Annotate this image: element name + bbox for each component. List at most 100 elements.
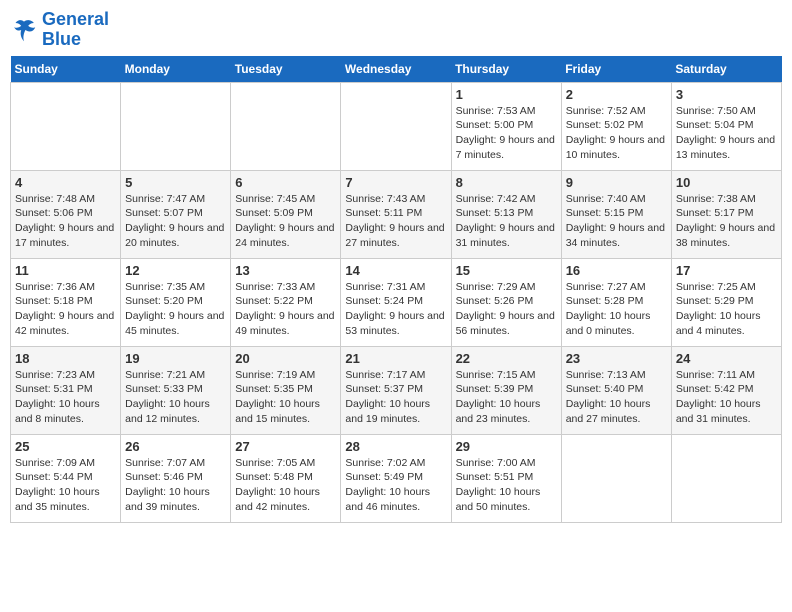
day-number: 16 [566,263,667,278]
calendar-week-row: 11Sunrise: 7:36 AMSunset: 5:18 PMDayligh… [11,258,782,346]
day-number: 14 [345,263,446,278]
logo-blue: Blue [42,29,81,49]
day-number: 24 [676,351,777,366]
day-number: 22 [456,351,557,366]
calendar-cell: 29Sunrise: 7:00 AMSunset: 5:51 PMDayligh… [451,434,561,522]
day-info: Sunrise: 7:45 AMSunset: 5:09 PMDaylight:… [235,192,336,251]
day-number: 8 [456,175,557,190]
day-number: 26 [125,439,226,454]
weekday-header-tuesday: Tuesday [231,56,341,83]
logo-text: General Blue [42,10,109,50]
calendar-cell [561,434,671,522]
calendar-cell: 4Sunrise: 7:48 AMSunset: 5:06 PMDaylight… [11,170,121,258]
calendar-cell: 16 Sunrise: 7:27 AMSunset: 5:28 PMDayligh… [561,258,671,346]
calendar-cell: 1Sunrise: 7:53 AMSunset: 5:00 PMDaylight… [451,82,561,170]
calendar-cell: 6 Sunrise: 7:45 AMSunset: 5:09 PMDaylight… [231,170,341,258]
calendar-cell: 11Sunrise: 7:36 AMSunset: 5:18 PMDayligh… [11,258,121,346]
day-info: Sunrise: 7:13 AMSunset: 5:40 PMDaylight:… [566,368,667,427]
calendar-cell [341,82,451,170]
page-header: General Blue [10,10,782,50]
day-info: Sunrise: 7:19 AMSunset: 5:35 PMDaylight:… [235,368,336,427]
calendar-cell [231,82,341,170]
day-info: Sunrise: 7:07 AMSunset: 5:46 PMDaylight:… [125,456,226,515]
day-info: Sunrise: 7:42 AMSunset: 5:13 PMDaylight:… [456,192,557,251]
day-number: 11 [15,263,116,278]
day-number: 6 [235,175,336,190]
day-number: 10 [676,175,777,190]
calendar-cell: 18 Sunrise: 7:23 AMSunset: 5:31 PMDayligh… [11,346,121,434]
weekday-header-monday: Monday [121,56,231,83]
weekday-header-thursday: Thursday [451,56,561,83]
weekday-header-row: SundayMondayTuesdayWednesdayThursdayFrid… [11,56,782,83]
calendar-cell: 28Sunrise: 7:02 AMSunset: 5:49 PMDayligh… [341,434,451,522]
day-number: 15 [456,263,557,278]
calendar-cell: 5Sunrise: 7:47 AMSunset: 5:07 PMDaylight… [121,170,231,258]
calendar-cell: 17 Sunrise: 7:25 AMSunset: 5:29 PMDayligh… [671,258,781,346]
logo-general: General [42,9,109,29]
calendar-cell: 2 Sunrise: 7:52 AMSunset: 5:02 PMDaylight… [561,82,671,170]
day-info: Sunrise: 7:38 AMSunset: 5:17 PMDaylight:… [676,192,777,251]
day-info: Sunrise: 7:53 AMSunset: 5:00 PMDaylight:… [456,104,557,163]
weekday-header-friday: Friday [561,56,671,83]
calendar-cell: 3Sunrise: 7:50 AMSunset: 5:04 PMDaylight… [671,82,781,170]
calendar-cell [11,82,121,170]
day-info: Sunrise: 7:25 AMSunset: 5:29 PMDaylight:… [676,280,777,339]
calendar-cell: 13 Sunrise: 7:33 AMSunset: 5:22 PMDayligh… [231,258,341,346]
calendar-cell: 8 Sunrise: 7:42 AMSunset: 5:13 PMDaylight… [451,170,561,258]
day-number: 23 [566,351,667,366]
calendar-cell: 20 Sunrise: 7:19 AMSunset: 5:35 PMDayligh… [231,346,341,434]
day-info: Sunrise: 7:43 AMSunset: 5:11 PMDaylight:… [345,192,446,251]
calendar-cell: 25 Sunrise: 7:09 AMSunset: 5:44 PMDayligh… [11,434,121,522]
weekday-header-saturday: Saturday [671,56,781,83]
day-number: 9 [566,175,667,190]
logo-bird-icon [10,16,38,44]
calendar-cell: 15Sunrise: 7:29 AMSunset: 5:26 PMDayligh… [451,258,561,346]
calendar-week-row: 25 Sunrise: 7:09 AMSunset: 5:44 PMDayligh… [11,434,782,522]
calendar-cell [671,434,781,522]
calendar-cell: 26 Sunrise: 7:07 AMSunset: 5:46 PMDayligh… [121,434,231,522]
day-info: Sunrise: 7:33 AMSunset: 5:22 PMDaylight:… [235,280,336,339]
day-info: Sunrise: 7:00 AMSunset: 5:51 PMDaylight:… [456,456,557,515]
day-info: Sunrise: 7:31 AMSunset: 5:24 PMDaylight:… [345,280,446,339]
day-info: Sunrise: 7:52 AMSunset: 5:02 PMDaylight:… [566,104,667,163]
day-number: 7 [345,175,446,190]
day-info: Sunrise: 7:21 AMSunset: 5:33 PMDaylight:… [125,368,226,427]
day-info: Sunrise: 7:11 AMSunset: 5:42 PMDaylight:… [676,368,777,427]
calendar-cell: 22 Sunrise: 7:15 AMSunset: 5:39 PMDayligh… [451,346,561,434]
logo: General Blue [10,10,109,50]
calendar-cell: 23 Sunrise: 7:13 AMSunset: 5:40 PMDayligh… [561,346,671,434]
calendar-cell: 12 Sunrise: 7:35 AMSunset: 5:20 PMDayligh… [121,258,231,346]
calendar-week-row: 18 Sunrise: 7:23 AMSunset: 5:31 PMDayligh… [11,346,782,434]
day-info: Sunrise: 7:27 AMSunset: 5:28 PMDaylight:… [566,280,667,339]
day-info: Sunrise: 7:23 AMSunset: 5:31 PMDaylight:… [15,368,116,427]
calendar-cell: 19 Sunrise: 7:21 AMSunset: 5:33 PMDayligh… [121,346,231,434]
day-number: 3 [676,87,777,102]
day-number: 28 [345,439,446,454]
calendar-cell [121,82,231,170]
calendar-cell: 7 Sunrise: 7:43 AMSunset: 5:11 PMDaylight… [341,170,451,258]
calendar-table: SundayMondayTuesdayWednesdayThursdayFrid… [10,56,782,523]
day-number: 2 [566,87,667,102]
day-number: 25 [15,439,116,454]
day-info: Sunrise: 7:05 AMSunset: 5:48 PMDaylight:… [235,456,336,515]
day-number: 17 [676,263,777,278]
calendar-cell: 24 Sunrise: 7:11 AMSunset: 5:42 PMDayligh… [671,346,781,434]
day-info: Sunrise: 7:40 AMSunset: 5:15 PMDaylight:… [566,192,667,251]
calendar-cell: 21Sunrise: 7:17 AMSunset: 5:37 PMDayligh… [341,346,451,434]
calendar-week-row: 1Sunrise: 7:53 AMSunset: 5:00 PMDaylight… [11,82,782,170]
day-number: 20 [235,351,336,366]
calendar-cell: 10 Sunrise: 7:38 AMSunset: 5:17 PMDayligh… [671,170,781,258]
day-info: Sunrise: 7:15 AMSunset: 5:39 PMDaylight:… [456,368,557,427]
day-number: 13 [235,263,336,278]
day-info: Sunrise: 7:35 AMSunset: 5:20 PMDaylight:… [125,280,226,339]
weekday-header-sunday: Sunday [11,56,121,83]
weekday-header-wednesday: Wednesday [341,56,451,83]
day-info: Sunrise: 7:09 AMSunset: 5:44 PMDaylight:… [15,456,116,515]
day-number: 4 [15,175,116,190]
calendar-cell: 27Sunrise: 7:05 AMSunset: 5:48 PMDayligh… [231,434,341,522]
day-number: 19 [125,351,226,366]
day-number: 12 [125,263,226,278]
day-number: 18 [15,351,116,366]
calendar-cell: 14 Sunrise: 7:31 AMSunset: 5:24 PMDayligh… [341,258,451,346]
calendar-week-row: 4Sunrise: 7:48 AMSunset: 5:06 PMDaylight… [11,170,782,258]
